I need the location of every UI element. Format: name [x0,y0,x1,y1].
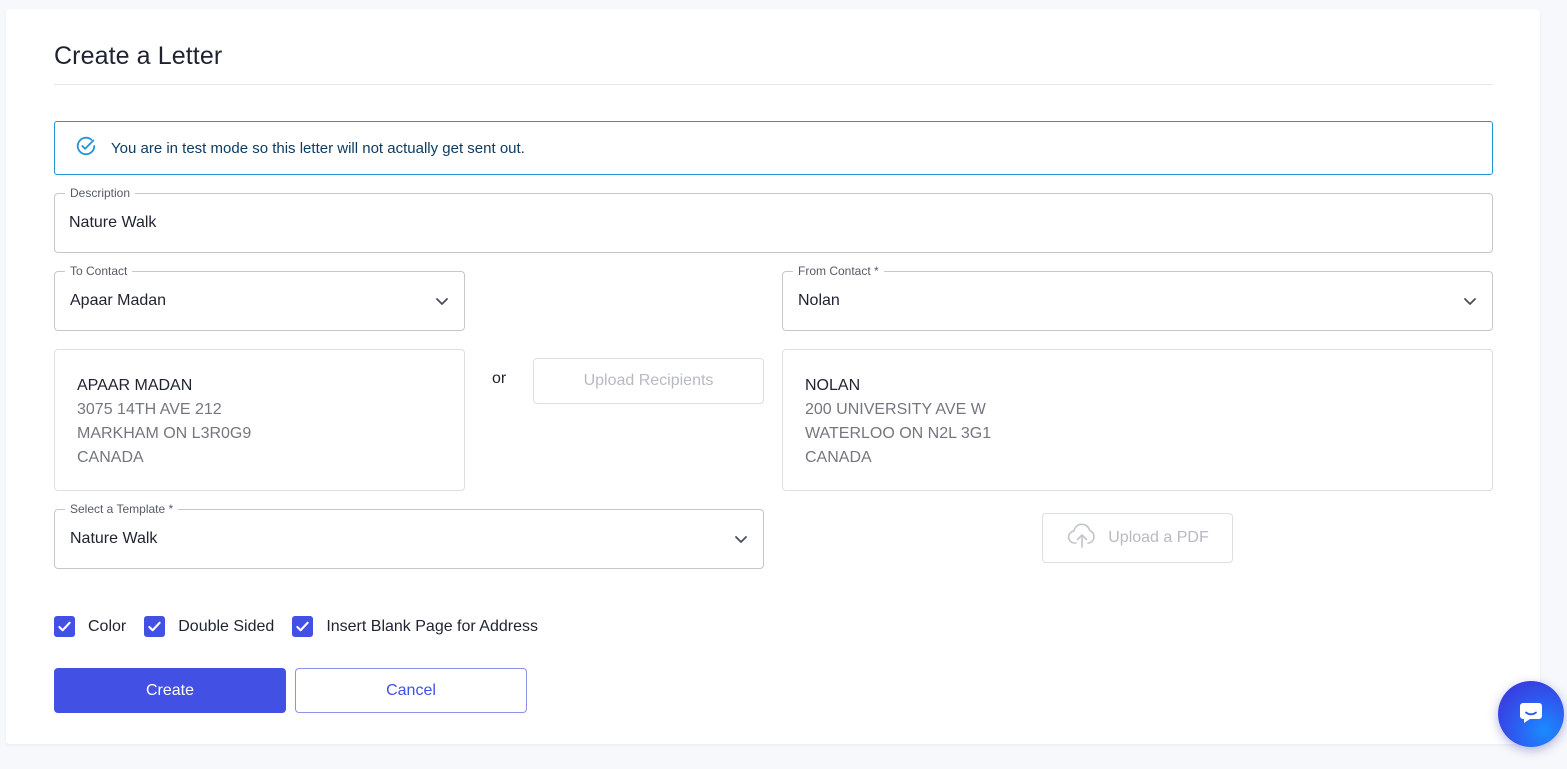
from-contact-label: From Contact * [793,264,884,278]
to-contact-select[interactable]: To Contact Apaar Madan [54,264,465,331]
insert-blank-page-checkbox[interactable]: Insert Blank Page for Address [292,616,538,637]
to-contact-label: To Contact [65,264,133,278]
to-address-line: 3075 14TH AVE 212 [77,401,222,418]
to-address-box: APAAR MADAN 3075 14TH AVE 212 MARKHAM ON… [54,349,465,491]
from-address-line: NOLAN [805,377,861,394]
color-checkbox[interactable]: Color [54,616,126,637]
from-contact-value: Nolan [798,292,840,309]
letter-options: Color Double Sided Insert Blank Page for… [54,616,556,637]
double-sided-label: Double Sided [178,617,275,635]
description-label: Description [65,186,136,200]
cloud-upload-icon [1066,520,1108,557]
description-value: Nature Walk [69,214,157,231]
template-value: Nature Walk [70,530,158,547]
check-icon[interactable] [54,616,75,637]
upload-pdf-button[interactable]: Upload a PDF [1042,513,1233,563]
from-address-line: 200 UNIVERSITY AVE W [805,401,986,418]
test-mode-alert: You are in test mode so this letter will… [54,121,1493,175]
create-button[interactable]: Create [54,668,286,713]
from-address-box: NOLAN 200 UNIVERSITY AVE W WATERLOO ON N… [782,349,1493,491]
double-sided-checkbox[interactable]: Double Sided [144,616,274,637]
or-separator: or [492,370,507,387]
page-title: Create a Letter [54,42,223,70]
to-address-line: APAAR MADAN [77,377,193,394]
chevron-down-icon [434,293,450,309]
alert-text: You are in test mode so this letter will… [111,139,525,157]
to-contact-value: Apaar Madan [70,292,167,309]
chevron-down-icon [1462,293,1478,309]
check-icon[interactable] [144,616,166,637]
check-icon[interactable] [292,616,314,637]
from-address-line: CANADA [805,449,872,466]
from-address-line: WATERLOO ON N2L 3G1 [805,425,992,442]
chat-bubble-icon [1517,698,1545,731]
insert-blank-page-label: Insert Blank Page for Address [326,617,538,635]
template-select[interactable]: Select a Template * Nature Walk [54,502,764,569]
description-field[interactable]: Description Nature Walk [54,186,1493,253]
upload-pdf-label: Upload a PDF [1108,529,1209,546]
to-address-line: CANADA [77,449,144,466]
check-circle-icon [75,135,111,162]
chat-launcher-button[interactable] [1498,681,1564,747]
upload-recipients-button[interactable]: Upload Recipients [533,358,764,404]
from-contact-select[interactable]: From Contact * Nolan [782,264,1493,331]
title-divider [54,84,1493,85]
to-address-line: MARKHAM ON L3R0G9 [77,425,252,442]
template-label: Select a Template * [65,502,179,516]
chevron-down-icon [733,531,749,547]
color-label: Color [88,617,127,635]
upload-recipients-label: Upload Recipients [583,372,714,389]
cancel-button[interactable]: Cancel [295,668,527,713]
